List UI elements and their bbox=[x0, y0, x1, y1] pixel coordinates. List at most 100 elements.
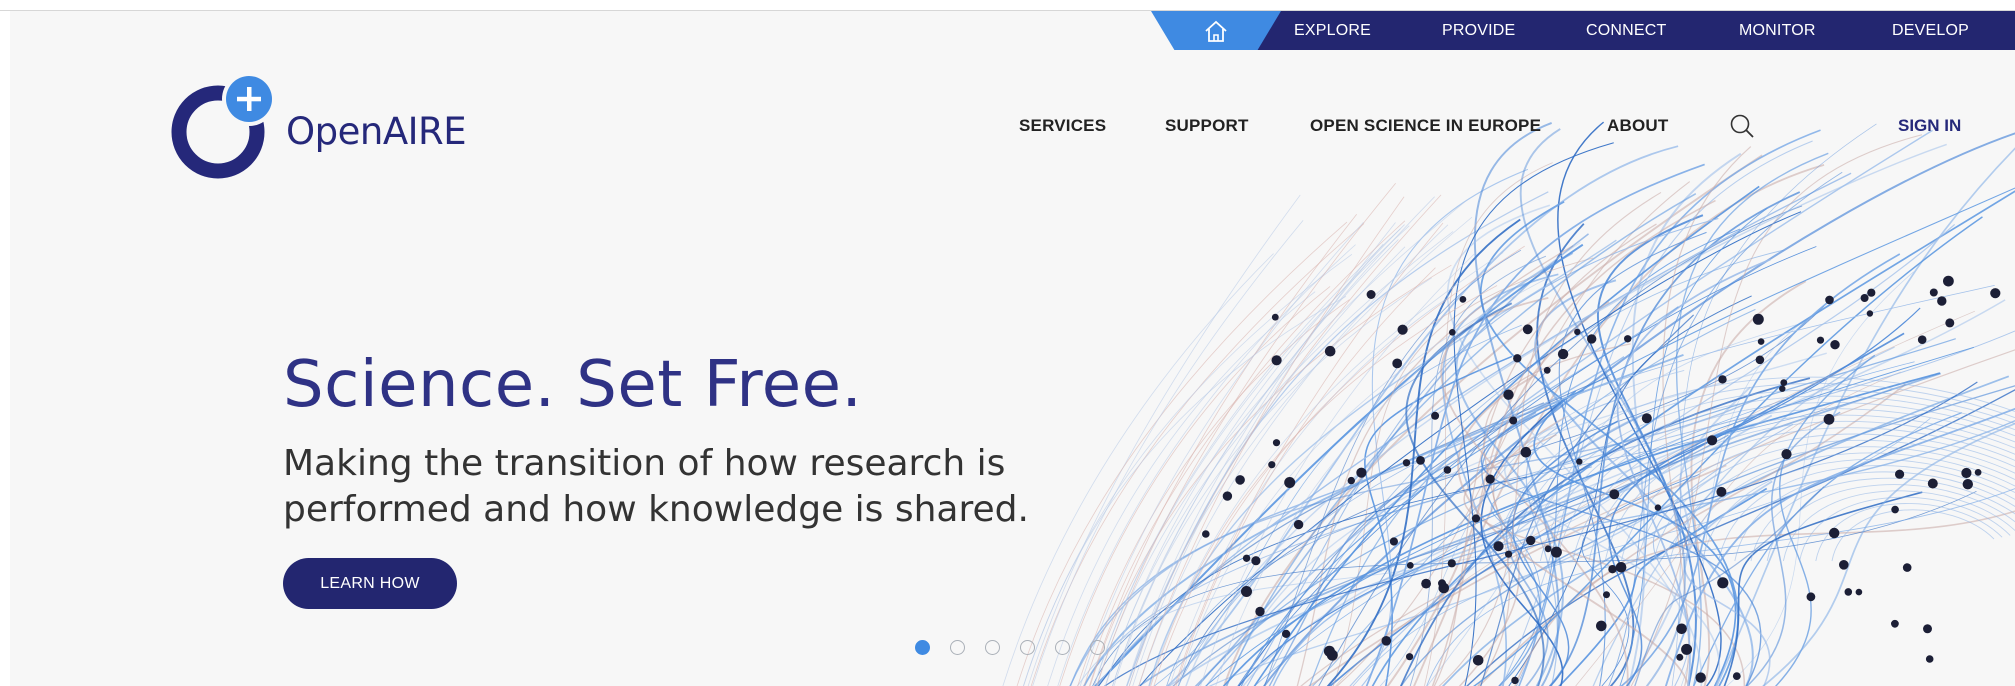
carousel-dot[interactable] bbox=[950, 640, 965, 655]
art-dot bbox=[1526, 535, 1536, 546]
art-dot bbox=[1392, 358, 1403, 369]
art-dot bbox=[1596, 620, 1607, 632]
art-dot bbox=[1624, 335, 1632, 343]
art-dot bbox=[1816, 336, 1825, 344]
logo-mark bbox=[171, 72, 276, 179]
art-dot bbox=[1681, 643, 1693, 655]
art-dot bbox=[1603, 591, 1610, 599]
art-dot bbox=[1925, 655, 1934, 663]
art-dot bbox=[1397, 324, 1408, 335]
art-stroke bbox=[1575, 371, 1901, 686]
art-dot bbox=[1251, 556, 1261, 566]
art-dot bbox=[1860, 294, 1869, 302]
learn-how-button[interactable]: LEARN HOW bbox=[283, 558, 457, 609]
art-dot bbox=[1654, 504, 1662, 511]
art-dot bbox=[1505, 550, 1513, 558]
carousel-dot[interactable] bbox=[915, 640, 930, 655]
art-dot bbox=[1608, 565, 1617, 574]
carousel-dot[interactable] bbox=[1055, 640, 1070, 655]
art-dot bbox=[1927, 478, 1938, 489]
art-dot bbox=[1449, 329, 1456, 336]
carousel-dot[interactable] bbox=[1090, 640, 1105, 655]
home-icon bbox=[1205, 20, 1227, 42]
art-dot bbox=[1755, 355, 1765, 365]
art-stroke bbox=[1723, 491, 1923, 686]
art-dot bbox=[1543, 366, 1551, 374]
topnav-provide[interactable]: PROVIDE bbox=[1442, 11, 1515, 50]
topnav-connect[interactable]: CONNECT bbox=[1586, 11, 1667, 50]
art-dot bbox=[1855, 588, 1863, 596]
art-dot bbox=[1513, 354, 1522, 363]
art-dot bbox=[1866, 310, 1874, 317]
art-dot bbox=[1242, 554, 1251, 562]
art-dot bbox=[1829, 527, 1840, 539]
art-dot bbox=[1844, 588, 1853, 596]
art-dot bbox=[1416, 456, 1425, 465]
art-dot bbox=[1923, 624, 1932, 634]
search-icon[interactable] bbox=[1729, 113, 1755, 139]
art-dot bbox=[1381, 636, 1392, 646]
art-dot bbox=[1716, 486, 1727, 497]
art-dot bbox=[1284, 477, 1296, 488]
topnav-monitor[interactable]: MONITOR bbox=[1739, 11, 1816, 50]
carousel-dot[interactable] bbox=[1020, 640, 1035, 655]
art-dot bbox=[1485, 474, 1495, 484]
carousel-dot[interactable] bbox=[985, 640, 1000, 655]
art-dot bbox=[1557, 348, 1569, 360]
art-dot bbox=[1471, 514, 1481, 523]
art-dot bbox=[1806, 592, 1816, 602]
hero-subtitle-line-2: performed and how knowledge is shared. bbox=[283, 489, 1029, 530]
art-dot bbox=[1917, 335, 1927, 345]
logo-text: OpenAIRE bbox=[286, 110, 467, 153]
art-dot bbox=[1406, 653, 1414, 661]
topnav-develop[interactable]: DEVELOP bbox=[1892, 11, 1969, 50]
topnav-explore[interactable]: EXPLORE bbox=[1294, 11, 1371, 50]
art-dot bbox=[1323, 645, 1335, 657]
art-dot bbox=[1544, 545, 1552, 553]
art-dot bbox=[1676, 623, 1687, 635]
art-dot bbox=[1823, 413, 1835, 425]
art-dot bbox=[1366, 290, 1376, 299]
art-dot bbox=[1902, 563, 1912, 572]
art-dot bbox=[1282, 629, 1291, 639]
art-dot bbox=[1356, 467, 1367, 478]
art-dot bbox=[1779, 385, 1786, 392]
art-dot bbox=[1781, 449, 1792, 460]
art-dot bbox=[1522, 324, 1533, 335]
art-dot bbox=[1717, 577, 1729, 589]
art-stroke bbox=[1335, 310, 1976, 686]
nav-about[interactable]: ABOUT bbox=[1607, 116, 1668, 136]
art-dot bbox=[1867, 288, 1876, 297]
art-dot bbox=[1615, 562, 1627, 573]
art-dot bbox=[1961, 467, 1972, 479]
art-dot bbox=[1493, 541, 1504, 552]
art-dot bbox=[1757, 338, 1765, 345]
art-dot bbox=[1962, 479, 1974, 490]
art-dot bbox=[1891, 619, 1899, 628]
art-dot bbox=[1839, 560, 1849, 570]
art-dot bbox=[1402, 459, 1411, 467]
nav-support[interactable]: SUPPORT bbox=[1165, 116, 1249, 136]
art-dot bbox=[1520, 446, 1532, 458]
sign-in-link[interactable]: SIGN IN bbox=[1898, 116, 1961, 136]
art-dot bbox=[1641, 413, 1652, 424]
art-dot bbox=[1511, 676, 1519, 685]
nav-open-science-in-europe[interactable]: OPEN SCIENCE IN EUROPE bbox=[1310, 116, 1541, 136]
art-dot bbox=[1421, 578, 1431, 589]
art-dot bbox=[1324, 345, 1336, 357]
art-dot bbox=[1732, 672, 1741, 680]
page: EXPLORE PROVIDE CONNECT MONITOR DEVELOP … bbox=[10, 11, 2015, 686]
art-dot bbox=[1676, 653, 1684, 661]
art-dot bbox=[1929, 288, 1938, 297]
openaire-logo[interactable]: OpenAIRE bbox=[168, 68, 498, 180]
art-dot bbox=[1202, 530, 1210, 538]
art-dot bbox=[1550, 546, 1562, 558]
art-dot bbox=[1268, 461, 1276, 469]
nav-services[interactable]: SERVICES bbox=[1019, 116, 1106, 136]
art-dot bbox=[1587, 334, 1597, 344]
art-dot bbox=[1235, 475, 1245, 485]
art-dot bbox=[1891, 505, 1899, 514]
art-dot bbox=[1241, 586, 1252, 597]
art-dot bbox=[1943, 275, 1954, 287]
art-dot bbox=[1695, 672, 1706, 683]
